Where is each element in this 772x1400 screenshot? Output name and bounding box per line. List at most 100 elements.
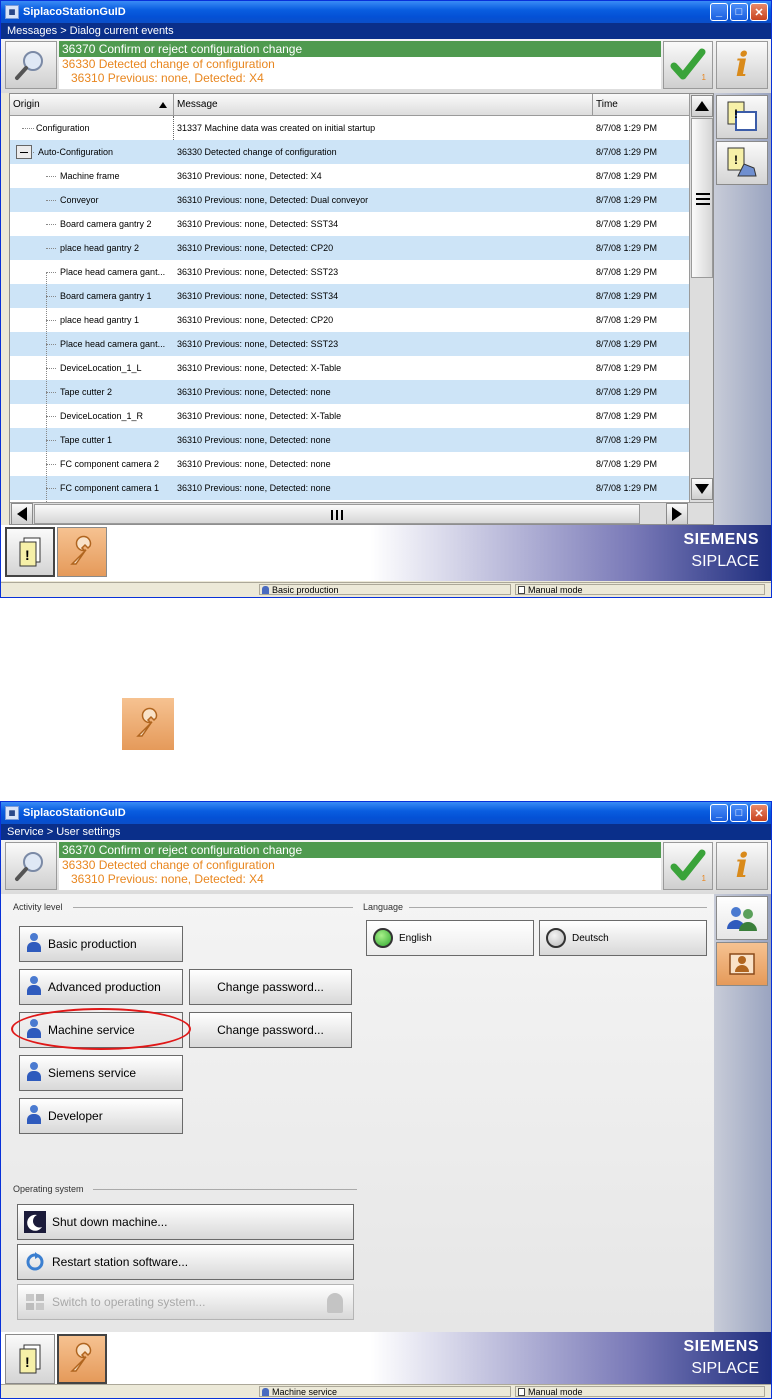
service-nav-button[interactable]: [57, 527, 107, 577]
cell-origin: place head gantry 1: [60, 315, 140, 325]
user-settings-button[interactable]: [716, 896, 768, 940]
maximize-button[interactable]: □: [730, 3, 748, 21]
close-button[interactable]: ✕: [750, 804, 768, 822]
table-row[interactable]: Tape cutter 2 36310 Previous: none, Detec…: [10, 380, 689, 404]
cell-time: 8/7/08 1:29 PM: [596, 123, 658, 133]
events-table: Origin Message Time Configuration 31337 M…: [9, 93, 714, 525]
restart-station-software-button[interactable]: Restart station software...: [17, 1244, 354, 1280]
horizontal-scroll-thumb[interactable]: [34, 504, 640, 524]
vertical-scrollbar[interactable]: [689, 94, 713, 502]
minimize-button[interactable]: _: [710, 3, 728, 21]
table-row[interactable]: Configuration 31337 Machine data was crea…: [10, 116, 689, 140]
arrow-down-icon: [695, 484, 709, 494]
messages-view-button[interactable]: !: [716, 95, 768, 139]
confirm-button[interactable]: 1: [663, 842, 713, 890]
language-deutsch-button[interactable]: Deutsch: [539, 920, 707, 956]
confirm-button[interactable]: 1: [663, 41, 713, 89]
table-row[interactable]: Tape cutter 1 36310 Previous: none, Detec…: [10, 428, 689, 452]
scroll-up-button[interactable]: [691, 95, 713, 117]
column-message[interactable]: Message: [174, 94, 593, 116]
table-row[interactable]: DeviceLocation_1_L 36310 Previous: none, …: [10, 356, 689, 380]
collapse-toggle-icon[interactable]: [16, 145, 32, 159]
confirm-count: 1: [701, 73, 706, 82]
table-row[interactable]: Conveyor 36310 Previous: none, Detected: …: [10, 188, 689, 212]
tree-trunk-line: [46, 272, 47, 502]
messages-icon: !: [19, 1344, 41, 1374]
table-row[interactable]: place head gantry 2 36310 Previous: none,…: [10, 236, 689, 260]
messages-nav-button[interactable]: !: [5, 1334, 55, 1384]
table-row[interactable]: Machine frame 36310 Previous: none, Detec…: [10, 164, 689, 188]
language-english-button[interactable]: English: [366, 920, 534, 956]
table-row[interactable]: FC component camera 2 36310 Previous: non…: [10, 452, 689, 476]
mode-icon: [518, 586, 525, 594]
maximize-button[interactable]: □: [730, 804, 748, 822]
developer-button[interactable]: Developer: [19, 1098, 183, 1134]
app-icon: ▦: [5, 5, 19, 19]
table-row[interactable]: Board camera gantry 1 36310 Previous: non…: [10, 284, 689, 308]
advanced-production-button[interactable]: Advanced production: [19, 969, 183, 1005]
cell-origin: DeviceLocation_1_R: [60, 411, 144, 421]
mode-icon: [518, 1388, 525, 1396]
service-nav-button[interactable]: [57, 1334, 107, 1384]
switch-to-operating-system-button[interactable]: Switch to operating system...: [17, 1284, 354, 1320]
messages-nav-button[interactable]: !: [5, 527, 55, 577]
language-label: Language: [363, 902, 404, 912]
message-detail-button[interactable]: !: [716, 141, 768, 185]
machine-service-highlight: [11, 1008, 191, 1050]
cell-message: 36310 Previous: none, Detected: SST23: [177, 267, 339, 277]
siemens-service-button[interactable]: Siemens service: [19, 1055, 183, 1091]
cell-time: 8/7/08 1:29 PM: [596, 315, 658, 325]
column-time[interactable]: Time: [593, 94, 689, 116]
table-row[interactable]: FC component camera 1 36310 Previous: non…: [10, 476, 689, 500]
cell-origin: Machine frame: [60, 171, 120, 181]
right-sidebar: ! !: [714, 93, 771, 525]
minimize-button[interactable]: _: [710, 804, 728, 822]
table-row[interactable]: Place head camera gant... 36310 Previous:…: [10, 260, 689, 284]
magnifier-icon: [15, 852, 43, 881]
arrow-left-icon: [17, 507, 27, 521]
bottom-bar: ! SIEMENS SIPLACE: [1, 525, 771, 581]
scroll-down-button[interactable]: [691, 478, 713, 500]
table-row[interactable]: Place head camera gant... 36310 Previous:…: [10, 332, 689, 356]
title-bar[interactable]: ▦ SiplacoStationGuID _ □ ✕: [1, 802, 771, 824]
message-sub2: 36310 Previous: none, Detected: X4: [59, 872, 661, 890]
breadcrumb: Service > User settings: [1, 824, 771, 840]
cell-origin: Board camera gantry 2: [60, 219, 152, 229]
svg-text:!: !: [25, 547, 30, 563]
table-row[interactable]: Board camera gantry 2 36310 Previous: non…: [10, 212, 689, 236]
basic-production-button[interactable]: Basic production: [19, 926, 183, 962]
table-row[interactable]: place head gantry 1 36310 Previous: none,…: [10, 308, 689, 332]
table-row[interactable]: DeviceLocation_1_R 36310 Previous: none, …: [10, 404, 689, 428]
windows-icon: [26, 1294, 44, 1310]
message-hand-icon: !: [727, 147, 757, 177]
message-sub2: 36310 Previous: none, Detected: X4: [59, 71, 661, 89]
vertical-scroll-thumb[interactable]: [691, 118, 713, 278]
cell-message: 36310 Previous: none, Detected: X4: [177, 171, 322, 181]
change-password-service-button[interactable]: Change password...: [189, 1012, 352, 1048]
horizontal-scrollbar[interactable]: [10, 502, 713, 524]
magnifier-button[interactable]: [5, 842, 57, 890]
cell-time: 8/7/08 1:29 PM: [596, 459, 658, 469]
cell-origin: Place head camera gant...: [60, 267, 166, 277]
scroll-right-button[interactable]: [666, 503, 688, 524]
magnifier-button[interactable]: [5, 41, 57, 89]
cell-message: 36310 Previous: none, Detected: none: [177, 435, 331, 445]
operating-system-label: Operating system: [13, 1184, 84, 1194]
shut-down-machine-button[interactable]: Shut down machine...: [17, 1204, 354, 1240]
radio-selected-icon: [373, 928, 393, 948]
moon-icon: [24, 1211, 46, 1233]
column-origin[interactable]: Origin: [10, 94, 174, 116]
service-window: ▦ SiplacoStationGuID _ □ ✕ Service > Use…: [0, 801, 772, 1399]
table-row[interactable]: Auto-Configuration 36330 Detected change …: [10, 140, 689, 164]
info-icon: i: [735, 45, 749, 85]
info-button[interactable]: i: [716, 41, 768, 89]
change-password-advanced-button[interactable]: Change password...: [189, 969, 352, 1005]
close-button[interactable]: ✕: [750, 3, 768, 21]
info-button[interactable]: i: [716, 842, 768, 890]
message-bar: 36370 Confirm or reject configuration ch…: [1, 39, 771, 93]
title-bar[interactable]: ▦ SiplacoStationGuID _ □ ✕: [1, 1, 771, 23]
scroll-left-button[interactable]: [11, 503, 33, 524]
station-settings-button[interactable]: [716, 942, 768, 986]
status-user-level: Machine service: [259, 1386, 511, 1397]
status-user-level: Basic production: [259, 584, 511, 595]
